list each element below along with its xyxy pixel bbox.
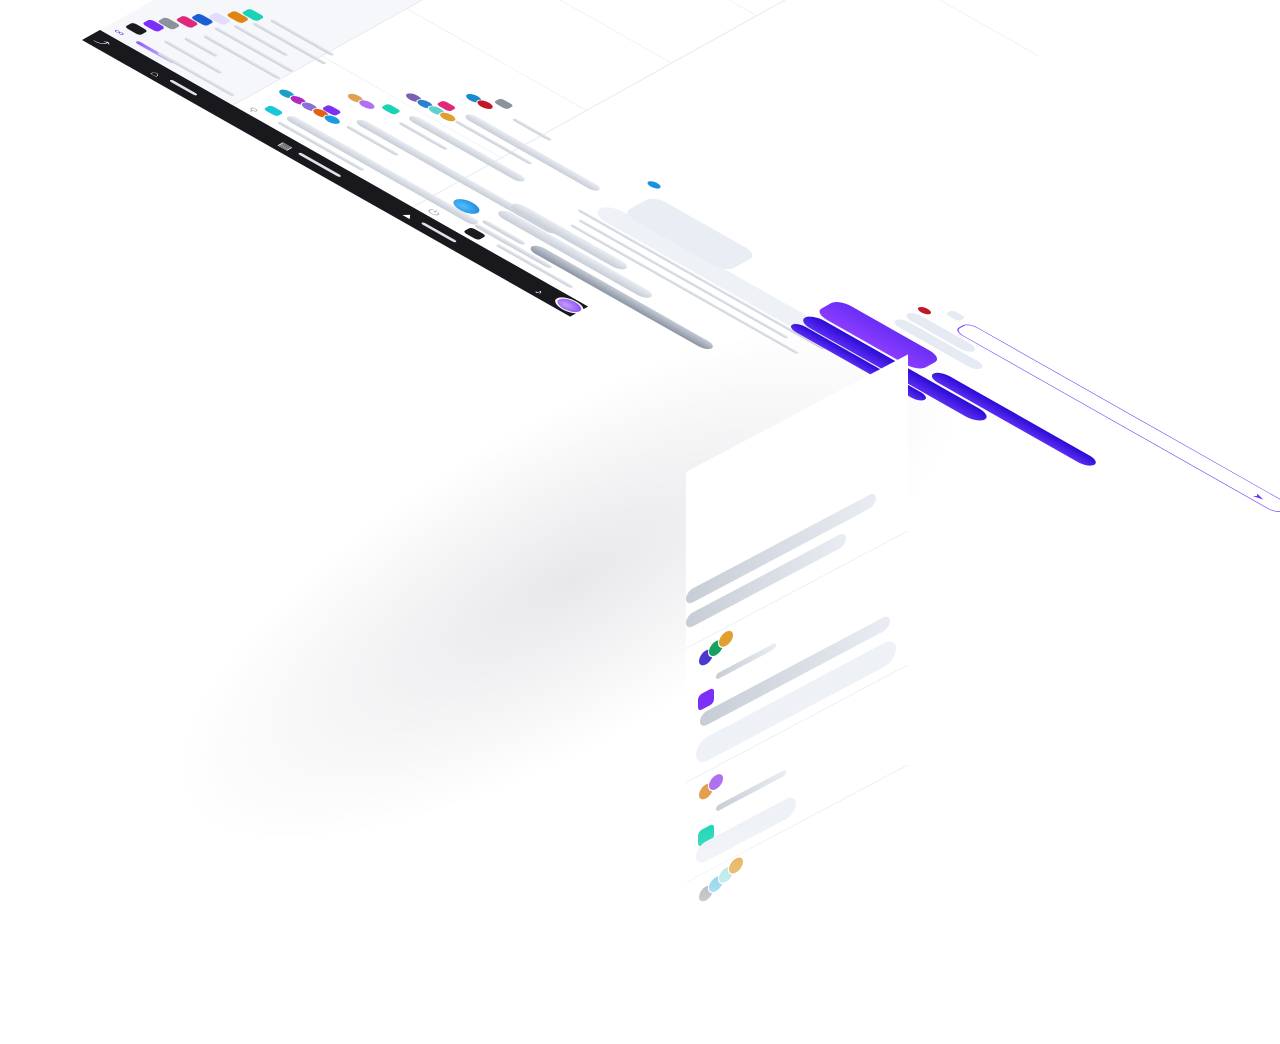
app-window: ⤴ ⌂ ▤ ▲ ♪ ∞ ⚲ ⏻ ➤ — [82, 0, 1280, 514]
avatar-group — [698, 622, 758, 674]
dropdown-title — [686, 491, 876, 606]
bottom-fade — [640, 820, 940, 1040]
isometric-app-scene: ⤴ ⌂ ▤ ▲ ♪ ∞ ⚲ ⏻ ➤ — [0, 0, 1280, 1044]
attach-icon[interactable] — [945, 309, 966, 322]
dropdown-separator — [686, 664, 908, 783]
